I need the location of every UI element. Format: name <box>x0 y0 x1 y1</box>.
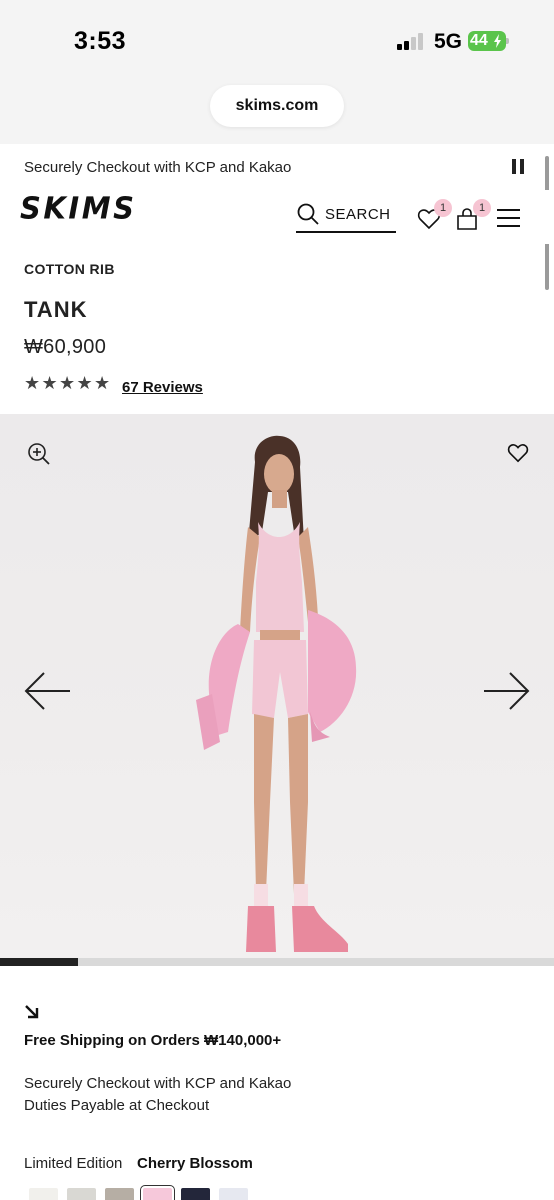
free-shipping-text: Free Shipping on Orders ₩140,000+ <box>24 1032 282 1049</box>
gallery-progress-bar <box>0 958 554 966</box>
duties-info-text: Duties Payable at Checkout <box>24 1097 210 1114</box>
star-icon: ★ <box>94 373 111 393</box>
star-icon: ★ <box>59 373 76 393</box>
announcement-banner: Securely Checkout with KCP and Kakao <box>0 144 554 190</box>
color-swatches <box>29 1185 257 1200</box>
star-icon: ★ <box>24 373 41 393</box>
color-swatch[interactable] <box>219 1188 248 1200</box>
next-arrow-icon[interactable] <box>482 671 530 711</box>
brand-logo[interactable]: SKIMS <box>20 191 138 232</box>
checkout-info-text: Securely Checkout with KCP and Kakao <box>24 1075 292 1092</box>
diagonal-arrow-icon <box>25 1005 39 1019</box>
network-label: 5G <box>434 30 463 53</box>
hamburger-menu-icon[interactable] <box>497 208 520 228</box>
reviews-link[interactable]: 67 Reviews <box>122 379 203 396</box>
color-swatch[interactable] <box>105 1188 134 1200</box>
selected-color-name: Cherry Blossom <box>137 1155 253 1172</box>
product-category: COTTON RIB <box>24 261 115 277</box>
zoom-in-icon[interactable] <box>27 442 51 466</box>
browser-url-area: skims.com <box>0 80 554 144</box>
favorite-heart-icon[interactable] <box>507 443 529 463</box>
battery-icon: 44 <box>468 31 509 51</box>
product-title: TANK <box>24 297 88 322</box>
star-icon: ★ <box>41 373 58 393</box>
product-price: ₩60,900 <box>24 336 107 358</box>
product-photo <box>196 435 357 952</box>
color-swatch[interactable] <box>29 1188 58 1200</box>
banner-text: Securely Checkout with KCP and Kakao <box>24 159 292 176</box>
site-header: SKIMS SEARCH 1 1 <box>0 190 554 244</box>
color-swatch[interactable] <box>140 1185 175 1200</box>
product-image-gallery[interactable] <box>0 414 554 958</box>
search-button[interactable]: SEARCH <box>296 202 396 233</box>
gallery-progress-fill <box>0 958 78 966</box>
wishlist-count-badge: 1 <box>434 199 452 217</box>
star-icon: ★ <box>76 373 93 393</box>
bag-count-badge: 1 <box>473 199 491 217</box>
previous-arrow-icon[interactable] <box>24 671 72 711</box>
color-swatch[interactable] <box>181 1188 210 1200</box>
rating-stars: ★ ★ ★ ★ ★ <box>24 373 112 393</box>
color-swatch[interactable] <box>67 1188 96 1200</box>
search-label: SEARCH <box>325 206 391 223</box>
signal-icon <box>397 33 425 50</box>
edition-label: Limited Edition <box>24 1155 123 1172</box>
pause-icon[interactable] <box>512 159 524 174</box>
search-icon <box>297 203 319 225</box>
status-time: 3:53 <box>74 27 127 55</box>
battery-level: 44 <box>470 32 488 49</box>
svg-text:SKIMS: SKIMS <box>20 191 135 225</box>
url-bar[interactable]: skims.com <box>210 85 344 127</box>
status-bar: 3:53 5G 44 <box>0 0 554 80</box>
